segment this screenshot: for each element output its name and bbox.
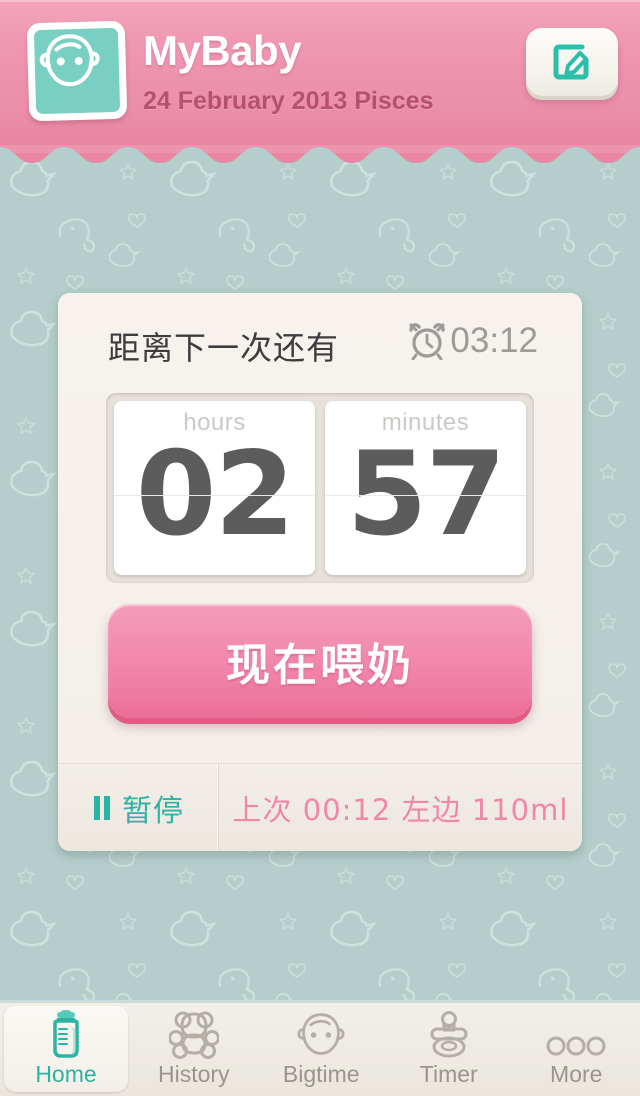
tab-timer-label: Timer bbox=[419, 1061, 478, 1087]
flip-split-line bbox=[325, 495, 526, 496]
alarm-clock-icon bbox=[409, 323, 446, 360]
baby-face-icon bbox=[296, 1011, 346, 1059]
edit-button[interactable] bbox=[526, 28, 618, 96]
baby-bottle-icon bbox=[43, 1009, 89, 1059]
bottom-tab-bar: Home History Bigtime Timer More bbox=[0, 1000, 640, 1096]
tab-more-label: More bbox=[550, 1061, 603, 1087]
flip-split-line bbox=[114, 495, 315, 496]
alarm-group[interactable]: 03:12 bbox=[408, 321, 538, 361]
feed-now-button-label: 现在喂奶 bbox=[226, 640, 414, 691]
card-bottom-bar: 暂停 上次 00:12 左边 110ml bbox=[58, 763, 582, 851]
card-top-section: 距离下一次还有 03:12 hours 02 minutes 57 现在喂奶 bbox=[58, 293, 582, 763]
app-subtitle: 24 February 2013 Pisces bbox=[143, 87, 434, 115]
last-feed-label: 上次 00:12 左边 110ml bbox=[232, 792, 569, 827]
tab-history[interactable]: History bbox=[130, 1003, 258, 1096]
pause-button[interactable]: 暂停 bbox=[58, 764, 219, 851]
tab-more[interactable]: More bbox=[513, 1003, 640, 1096]
app-header: MyBaby 24 February 2013 Pisces bbox=[0, 0, 640, 145]
pacifier-icon bbox=[424, 1011, 474, 1059]
app-icon bbox=[26, 20, 128, 122]
tab-home[interactable]: Home bbox=[4, 1006, 128, 1092]
tab-home-label: Home bbox=[35, 1060, 97, 1087]
title-block: MyBaby 24 February 2013 Pisces bbox=[143, 26, 433, 116]
flip-clock: hours 02 minutes 57 bbox=[106, 393, 534, 583]
baby-face-icon bbox=[39, 34, 100, 87]
header-scallop-edge bbox=[0, 145, 640, 167]
tab-bigtime-label: Bigtime bbox=[282, 1061, 360, 1087]
teddy-bear-icon bbox=[168, 1011, 219, 1059]
tab-bigtime[interactable]: Bigtime bbox=[258, 1003, 386, 1096]
last-feed-cell[interactable]: 上次 00:12 左边 110ml bbox=[219, 764, 582, 851]
tab-timer[interactable]: Timer bbox=[385, 1003, 513, 1096]
flip-card-hours[interactable]: hours 02 bbox=[114, 401, 315, 575]
feed-now-button[interactable]: 现在喂奶 bbox=[108, 604, 532, 718]
ellipsis-icon bbox=[545, 1011, 607, 1059]
alarm-time: 03:12 bbox=[450, 321, 538, 360]
flip-card-minutes[interactable]: minutes 57 bbox=[325, 401, 526, 575]
feeding-timer-card: 距离下一次还有 03:12 hours 02 minutes 57 现在喂奶 暂… bbox=[58, 293, 582, 851]
pause-icon bbox=[94, 795, 110, 820]
pause-label: 暂停 bbox=[122, 793, 184, 829]
app-title: MyBaby bbox=[143, 27, 302, 74]
countdown-label: 距离下一次还有 bbox=[108, 329, 340, 367]
tab-history-label: History bbox=[157, 1061, 230, 1087]
edit-pencil-icon bbox=[553, 44, 589, 80]
